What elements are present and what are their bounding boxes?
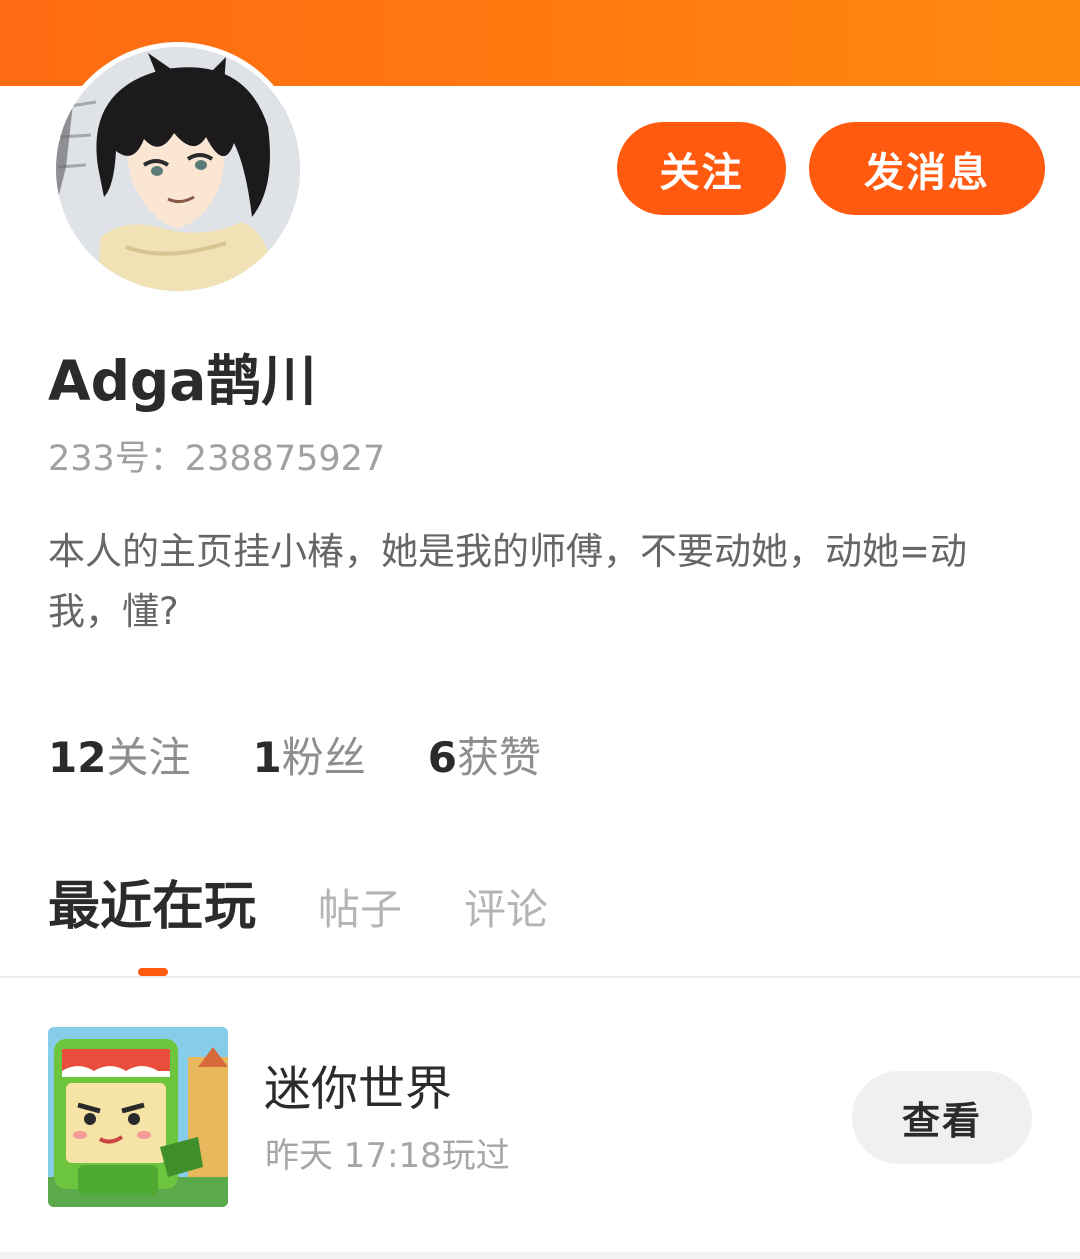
stat-likes-label: 获赞 xyxy=(456,733,541,782)
view-game-button[interactable]: 查看 xyxy=(852,1071,1032,1164)
active-tab-indicator xyxy=(138,968,168,976)
tab-recently-played[interactable]: 最近在玩 xyxy=(48,872,256,942)
stat-followers-count: 1 xyxy=(252,733,282,782)
tabs-divider xyxy=(0,976,1080,978)
anime-boy-avatar-icon xyxy=(56,47,300,291)
profile-tabs: 最近在玩 帖子 评论 xyxy=(48,872,610,945)
stat-following-label: 关注 xyxy=(106,733,191,782)
stat-followers-label: 粉丝 xyxy=(281,733,366,782)
username: Adga鹊川 xyxy=(48,349,317,413)
profile-stats: 12 关注 1 粉丝 6 获赞 xyxy=(48,730,603,786)
tab-posts[interactable]: 帖子 xyxy=(318,875,402,945)
bottom-separator xyxy=(0,1252,1080,1259)
game-name: 迷你世界 xyxy=(264,1062,452,1117)
user-id: 233号：238875927 xyxy=(48,439,386,479)
stat-following-count: 12 xyxy=(48,733,107,782)
tab-comments[interactable]: 评论 xyxy=(464,875,548,945)
list-item[interactable]: 迷你世界 昨天 17:18玩过 查看 xyxy=(0,1000,1080,1230)
follow-button[interactable]: 关注 xyxy=(617,122,786,215)
mini-world-game-icon xyxy=(48,1027,228,1207)
game-last-played: 昨天 17:18玩过 xyxy=(265,1136,510,1176)
stat-followers[interactable]: 1 粉丝 xyxy=(252,730,365,786)
stat-likes[interactable]: 6 获赞 xyxy=(428,730,541,786)
send-message-button[interactable]: 发消息 xyxy=(809,122,1045,215)
stat-following[interactable]: 12 关注 xyxy=(48,730,190,786)
user-bio: 本人的主页挂小椿，她是我的师傅，不要动她，动她=动我，懂? xyxy=(48,530,968,633)
stat-likes-count: 6 xyxy=(427,733,457,782)
user-avatar[interactable] xyxy=(51,42,305,296)
